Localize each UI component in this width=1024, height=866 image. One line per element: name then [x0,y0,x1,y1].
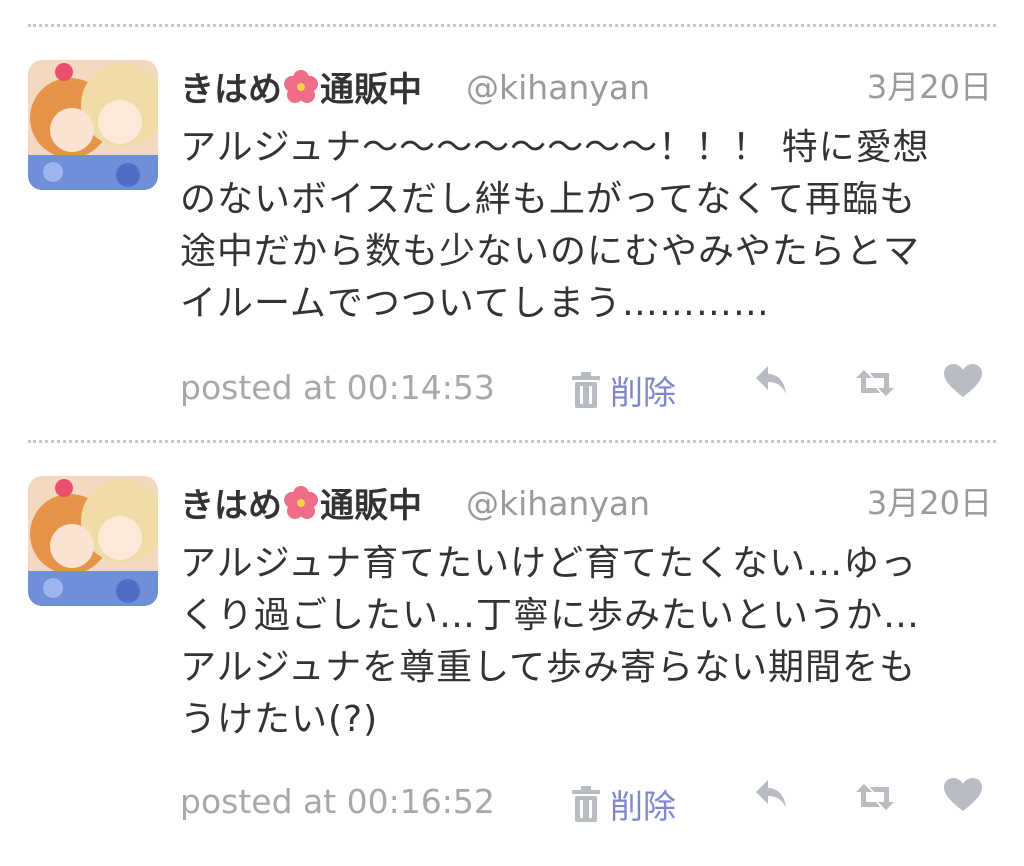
delete-button[interactable]: 削除 [570,780,676,828]
trash-icon [572,372,600,408]
retweet-icon[interactable] [856,370,894,400]
delete-button[interactable]: 削除 [570,366,676,414]
hibiscus-icon [284,69,318,104]
tweet[interactable]: きはめ 通販中 @kihanyan 3月20日 アルジュナ〜〜〜〜〜〜〜〜！！！… [0,60,1024,450]
tweet-text: アルジュナ育てたいけど育てたくない…ゆっ くり過ごしたい…丁寧に歩みたいというか… [180,538,1010,746]
reply-icon[interactable] [754,364,790,402]
tweet-text-line: イルームでつついてしまう………… [180,283,770,324]
avatar[interactable] [28,476,158,606]
tweet-text-line: アルジュナ育てたいけど育てたくない…ゆっ [180,543,918,584]
delete-label: 削除 [610,373,676,412]
tweet-date[interactable]: 3月20日 [867,62,992,108]
tweet-divider [28,440,996,443]
tweet-text-line: のないボイスだし絆も上がってなくて再臨も [180,179,917,220]
display-name[interactable]: きはめ 通販中 [180,62,422,111]
tweet-divider [28,24,996,27]
avatar[interactable] [28,60,158,190]
hibiscus-icon [284,485,318,520]
posted-time: posted at 00:14:53 [180,368,495,407]
display-name-text: きはめ [180,70,282,110]
tweet[interactable]: きはめ 通販中 @kihanyan 3月20日 アルジュナ育てたいけど育てたくな… [0,476,1024,866]
display-name[interactable]: きはめ 通販中 [180,478,422,527]
trash-icon [572,786,600,822]
tweet-text-line: くり過ごしたい…丁寧に歩みたいというか… [180,595,921,636]
tweet-text-line: 途中だから数も少ないのにむやみやたらとマ [180,231,921,272]
reply-icon[interactable] [754,778,790,816]
tweet-text: アルジュナ〜〜〜〜〜〜〜〜！！！ 特に愛想 のないボイスだし絆も上がってなくて再… [180,122,1010,330]
display-name-suffix: 通販中 [320,486,422,526]
tweet-text-line: うけたい(?) [180,699,379,740]
retweet-icon[interactable] [856,784,894,814]
heart-icon[interactable] [944,364,982,402]
delete-label: 削除 [610,787,676,826]
display-name-text: きはめ [180,486,282,526]
user-handle[interactable]: @kihanyan [466,68,650,107]
tweet-text-line: アルジュナを尊重して歩み寄らない期間をも [180,647,917,688]
tweet-date[interactable]: 3月20日 [867,478,992,524]
user-handle[interactable]: @kihanyan [466,484,650,523]
heart-icon[interactable] [944,778,982,816]
display-name-suffix: 通販中 [320,70,422,110]
tweet-text-line: アルジュナ〜〜〜〜〜〜〜〜！！！ 特に愛想 [180,127,930,168]
posted-time: posted at 00:16:52 [180,782,495,821]
